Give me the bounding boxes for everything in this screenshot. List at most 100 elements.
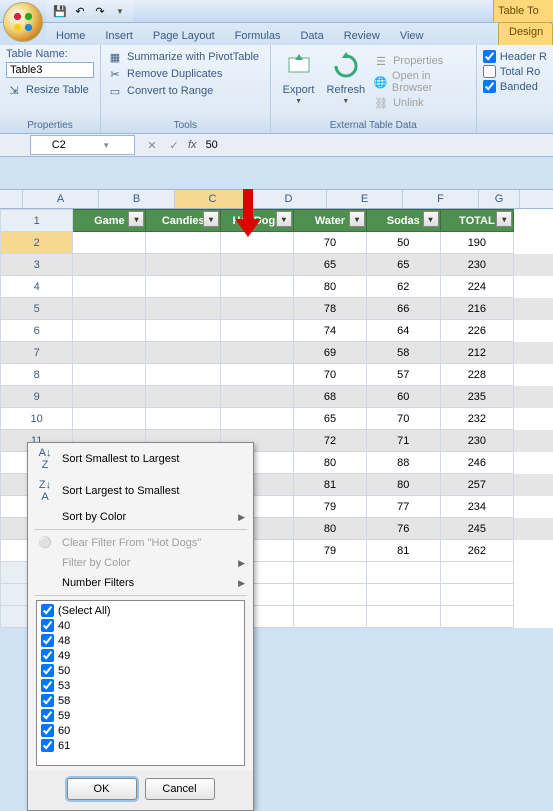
- cell[interactable]: 79: [293, 540, 366, 562]
- header-sodas[interactable]: Sodas: [367, 210, 440, 232]
- sort-desc-item[interactable]: Z↓A Sort Largest to Smallest: [28, 475, 253, 507]
- tab-insert[interactable]: Insert: [95, 27, 143, 45]
- cell[interactable]: 77: [367, 496, 440, 518]
- fx-icon[interactable]: fx: [188, 139, 197, 151]
- cell[interactable]: 60: [367, 386, 440, 408]
- summarize-pivot-button[interactable]: ▦ Summarize with PivotTable: [107, 49, 264, 65]
- colhead-b[interactable]: B: [99, 190, 175, 208]
- cell[interactable]: 246: [440, 452, 514, 474]
- colhead-e[interactable]: E: [327, 190, 403, 208]
- tab-home[interactable]: Home: [46, 27, 95, 45]
- cell[interactable]: 80: [367, 474, 440, 496]
- sort-color-item[interactable]: Sort by Color ▶: [28, 507, 253, 527]
- cell[interactable]: 262: [440, 540, 514, 562]
- filter-select-all[interactable]: (Select All): [39, 603, 242, 618]
- table-row[interactable]: 9 68 60 235: [1, 386, 553, 408]
- filter-value-item[interactable]: 61: [39, 738, 242, 753]
- save-icon[interactable]: 💾: [52, 3, 68, 19]
- table-row[interactable]: 4 80 62 224: [1, 276, 553, 298]
- tab-formulas[interactable]: Formulas: [225, 27, 291, 45]
- qat-dropdown-icon[interactable]: ▼: [112, 3, 128, 19]
- cell[interactable]: 79: [293, 496, 366, 518]
- cell[interactable]: 70: [293, 232, 366, 254]
- filter-value-item[interactable]: 58: [39, 693, 242, 708]
- cell[interactable]: 76: [367, 518, 440, 540]
- cell[interactable]: 78: [293, 298, 366, 320]
- cell[interactable]: 70: [293, 364, 366, 386]
- rowhead[interactable]: 3: [1, 254, 73, 276]
- filter-value-item[interactable]: 49: [39, 648, 242, 663]
- filter-btn-water[interactable]: [349, 211, 365, 227]
- cell[interactable]: 230: [440, 254, 514, 276]
- cell[interactable]: 66: [367, 298, 440, 320]
- filter-value-item[interactable]: 40: [39, 618, 242, 633]
- filter-btn-total[interactable]: [496, 211, 512, 227]
- header-water[interactable]: Water: [293, 210, 366, 232]
- filter-btn-candies[interactable]: [203, 211, 219, 227]
- colhead-f[interactable]: F: [403, 190, 479, 208]
- redo-icon[interactable]: ↷: [92, 3, 108, 19]
- colhead-g[interactable]: G: [479, 190, 520, 208]
- filter-values-list[interactable]: (Select All) 404849505358596061: [36, 600, 245, 766]
- table-row[interactable]: 5 78 66 216: [1, 298, 553, 320]
- rowhead[interactable]: 7: [1, 342, 73, 364]
- cell[interactable]: 232: [440, 408, 514, 430]
- cell[interactable]: 65: [367, 254, 440, 276]
- rowhead[interactable]: 6: [1, 320, 73, 342]
- table-row[interactable]: 6 74 64 226: [1, 320, 553, 342]
- cell[interactable]: 226: [440, 320, 514, 342]
- table-row[interactable]: 3 65 65 230: [1, 254, 553, 276]
- cell[interactable]: 88: [367, 452, 440, 474]
- cell[interactable]: 69: [293, 342, 366, 364]
- cell[interactable]: 50: [367, 232, 440, 254]
- filter-value-item[interactable]: 50: [39, 663, 242, 678]
- name-box-dropdown-icon[interactable]: ▼: [83, 141, 131, 150]
- rowhead[interactable]: 5: [1, 298, 73, 320]
- cell[interactable]: 72: [293, 430, 366, 452]
- cell[interactable]: 80: [293, 276, 366, 298]
- table-name-input[interactable]: [6, 62, 94, 78]
- undo-icon[interactable]: ↶: [72, 3, 88, 19]
- cell[interactable]: 62: [367, 276, 440, 298]
- rowhead[interactable]: 10: [1, 408, 73, 430]
- cell[interactable]: 245: [440, 518, 514, 540]
- cell[interactable]: 58: [367, 342, 440, 364]
- cell[interactable]: 80: [293, 518, 366, 540]
- resize-table-button[interactable]: ⇲ Resize Table: [6, 82, 94, 98]
- filter-ok-button[interactable]: OK: [67, 778, 137, 800]
- cell[interactable]: 228: [440, 364, 514, 386]
- cell[interactable]: 74: [293, 320, 366, 342]
- tab-pagelayout[interactable]: Page Layout: [143, 27, 225, 45]
- rowhead[interactable]: 2: [1, 232, 73, 254]
- filter-btn-game[interactable]: [128, 211, 144, 227]
- cell[interactable]: 57: [367, 364, 440, 386]
- cell[interactable]: 64: [367, 320, 440, 342]
- header-total[interactable]: TOTAL: [440, 210, 514, 232]
- cell[interactable]: 230: [440, 430, 514, 452]
- tab-view[interactable]: View: [390, 27, 434, 45]
- name-box[interactable]: C2 ▼: [30, 135, 135, 155]
- office-button[interactable]: [3, 2, 43, 42]
- formula-value[interactable]: 50: [200, 139, 218, 151]
- cell[interactable]: 212: [440, 342, 514, 364]
- table-row[interactable]: 10 65 70 232: [1, 408, 553, 430]
- filter-cancel-button[interactable]: Cancel: [145, 778, 215, 800]
- rowhead[interactable]: 9: [1, 386, 73, 408]
- cell[interactable]: 216: [440, 298, 514, 320]
- rowhead[interactable]: 4: [1, 276, 73, 298]
- cell[interactable]: 71: [367, 430, 440, 452]
- cell[interactable]: 65: [293, 254, 366, 276]
- colhead-a[interactable]: A: [23, 190, 99, 208]
- rowhead-1[interactable]: 1: [1, 210, 73, 232]
- select-all-corner[interactable]: [0, 190, 23, 208]
- tab-review[interactable]: Review: [334, 27, 390, 45]
- cell[interactable]: 257: [440, 474, 514, 496]
- header-game[interactable]: Game: [73, 210, 146, 232]
- table-row[interactable]: 2 70 50 190: [1, 232, 553, 254]
- header-row-check[interactable]: Header R: [483, 50, 547, 63]
- filter-btn-hotdogs[interactable]: [276, 211, 292, 227]
- banded-rows-check[interactable]: Banded: [483, 80, 547, 93]
- cell[interactable]: 235: [440, 386, 514, 408]
- cell[interactable]: 190: [440, 232, 514, 254]
- header-candies[interactable]: Candies: [146, 210, 221, 232]
